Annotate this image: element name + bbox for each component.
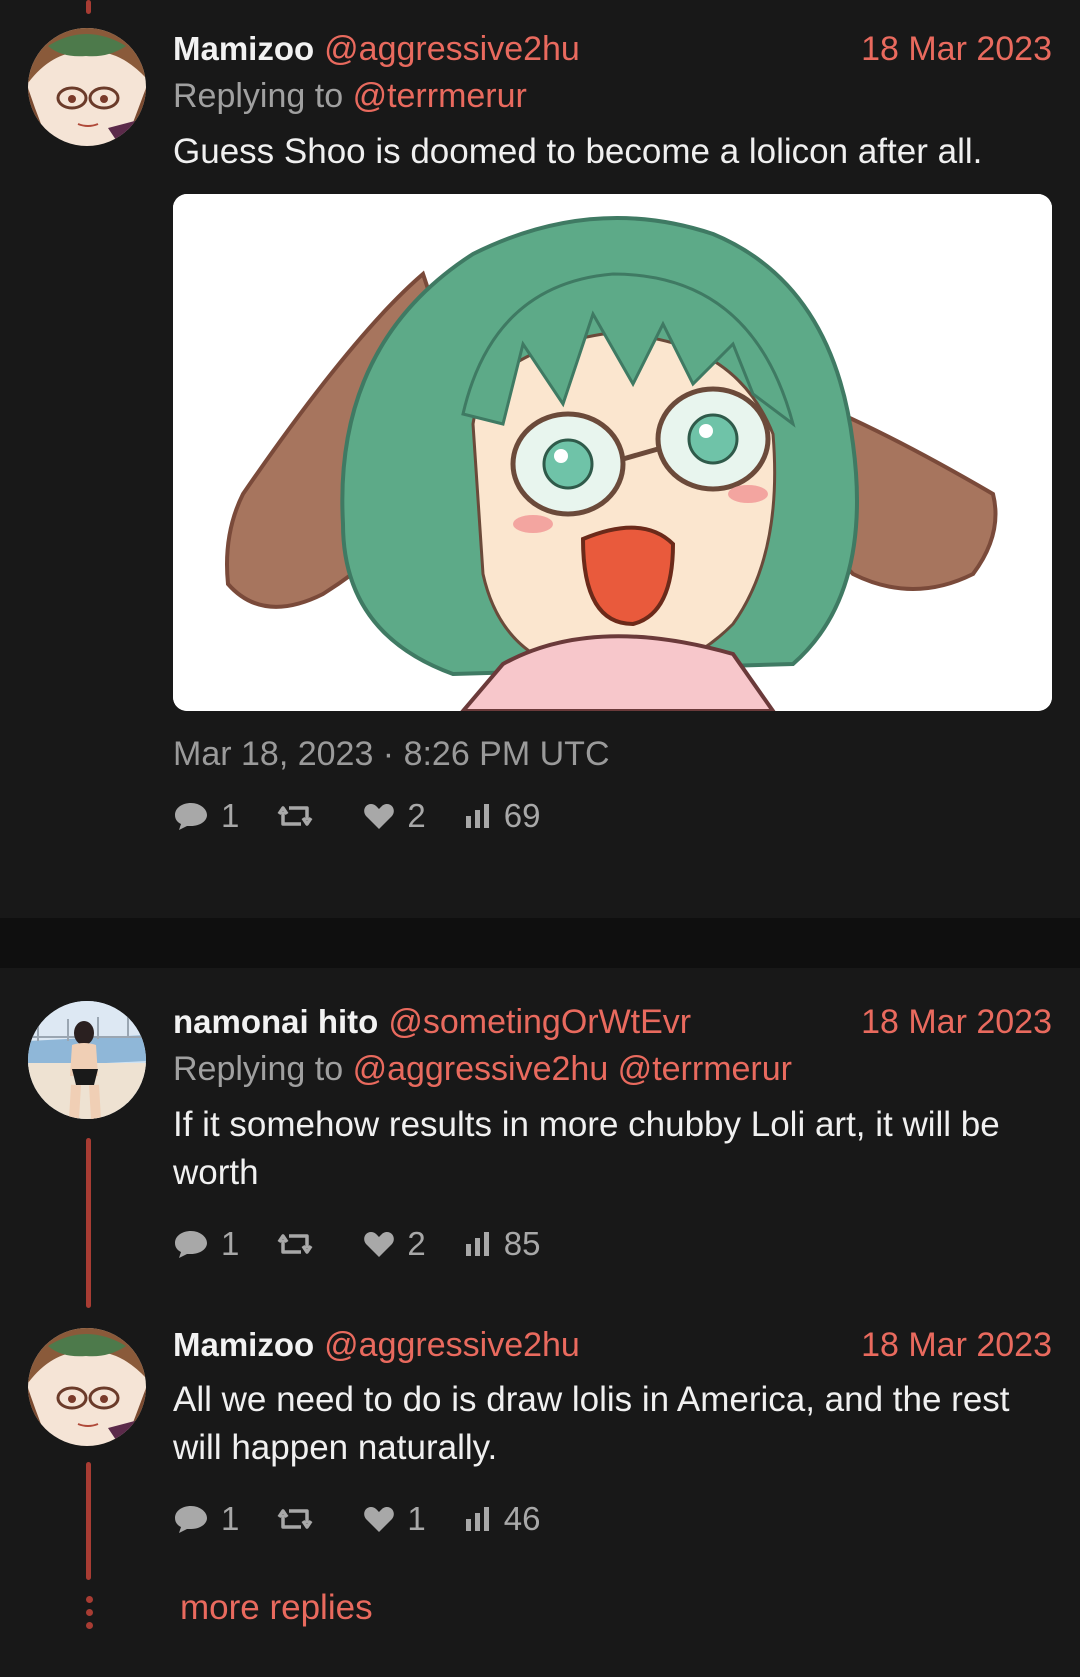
tweet-content: Mamizoo @aggressive2hu 18 Mar 2023 Replyi…	[173, 26, 1052, 841]
replying-to: Replying to @aggressive2hu @terrmerur	[173, 1045, 1052, 1093]
thread-line-top	[86, 0, 91, 14]
tweet-text: Guess Shoo is doomed to become a lolicon…	[173, 132, 983, 171]
views-icon	[465, 1232, 489, 1256]
tweet-stats: 1 1 46	[173, 1494, 1052, 1544]
tweet-image[interactable]	[173, 194, 1052, 711]
retweet-stat[interactable]	[277, 802, 325, 830]
replying-mention[interactable]: @terrmerur	[353, 77, 527, 115]
like-count: 1	[407, 1500, 426, 1537]
tweet-stats: 1 2 69	[173, 791, 1052, 841]
thread-separator	[0, 918, 1080, 968]
comment-icon	[175, 1231, 207, 1258]
comment-icon	[175, 1506, 207, 1533]
like-count: 2	[407, 797, 426, 834]
heart-icon	[364, 1232, 395, 1257]
reply-count: 1	[221, 1500, 240, 1537]
author-handle[interactable]: @aggressive2hu	[324, 30, 580, 68]
replying-to: Replying to @terrmerur	[173, 72, 1052, 120]
views-count: 85	[503, 1225, 541, 1262]
reply-stat[interactable]: 1	[173, 797, 239, 835]
tweet-content: namonai hito @sometingOrWtEvr 18 Mar 2023…	[173, 999, 1052, 1269]
thread-dots	[86, 1596, 93, 1635]
views-stat[interactable]: 46	[464, 1500, 541, 1538]
reply-stat[interactable]: 1	[173, 1225, 239, 1263]
reply-count: 1	[221, 797, 240, 834]
author-name[interactable]: namonai hito	[173, 1003, 378, 1040]
views-stat[interactable]: 85	[464, 1225, 541, 1263]
tweet-date[interactable]: 18 Mar 2023	[861, 999, 1052, 1045]
retweet-icon	[277, 1509, 313, 1529]
thread-line-middle	[86, 1138, 91, 1308]
replying-mention[interactable]: @aggressive2hu @terrmerur	[353, 1050, 792, 1088]
tweet-header: Mamizoo @aggressive2hu 18 Mar 2023	[173, 1322, 1052, 1368]
avatar[interactable]	[28, 1001, 146, 1119]
tweet-timestamp[interactable]: Mar 18, 2023 · 8:26 PM UTC	[173, 731, 1052, 777]
tweet-header: Mamizoo @aggressive2hu 18 Mar 2023	[173, 26, 1052, 72]
retweet-icon	[277, 806, 313, 826]
like-stat[interactable]: 2	[363, 1225, 426, 1263]
replying-prefix: Replying to	[173, 77, 344, 115]
timeline: Mamizoo @aggressive2hu 18 Mar 2023 Replyi…	[0, 0, 1080, 1677]
thread-line-bottom	[86, 1462, 91, 1580]
tweet-stats: 1 2 85	[173, 1219, 1052, 1269]
views-count: 69	[503, 797, 541, 834]
more-replies-link[interactable]: more replies	[180, 1588, 373, 1628]
tweet-header: namonai hito @sometingOrWtEvr 18 Mar 2023	[173, 999, 1052, 1045]
like-count: 2	[407, 1225, 426, 1262]
tweet-date[interactable]: 18 Mar 2023	[861, 26, 1052, 72]
comment-icon	[175, 803, 207, 830]
views-stat[interactable]: 69	[464, 797, 541, 835]
avatar[interactable]	[28, 28, 146, 146]
heart-icon	[364, 804, 395, 829]
author-handle[interactable]: @aggressive2hu	[324, 1326, 580, 1364]
tweet-date[interactable]: 18 Mar 2023	[861, 1322, 1052, 1368]
reply-count: 1	[221, 1225, 240, 1262]
like-stat[interactable]: 2	[363, 797, 426, 835]
author-handle[interactable]: @sometingOrWtEvr	[388, 1003, 691, 1041]
retweet-stat[interactable]	[277, 1230, 325, 1258]
replying-prefix: Replying to	[173, 1050, 344, 1088]
tweet-content: Mamizoo @aggressive2hu 18 Mar 2023 All we…	[173, 1322, 1052, 1544]
retweet-stat[interactable]	[277, 1505, 325, 1533]
like-stat[interactable]: 1	[363, 1500, 426, 1538]
author-name[interactable]: Mamizoo	[173, 30, 314, 67]
views-icon	[465, 804, 489, 828]
tweet-text: If it somehow results in more chubby Lol…	[173, 1105, 1000, 1192]
author-name[interactable]: Mamizoo	[173, 1326, 314, 1363]
tweet-text: All we need to do is draw lolis in Ameri…	[173, 1380, 1010, 1467]
heart-icon	[364, 1507, 395, 1532]
retweet-icon	[277, 1234, 313, 1254]
avatar[interactable]	[28, 1328, 146, 1446]
views-count: 46	[503, 1500, 541, 1537]
reply-stat[interactable]: 1	[173, 1500, 239, 1538]
views-icon	[465, 1507, 489, 1531]
